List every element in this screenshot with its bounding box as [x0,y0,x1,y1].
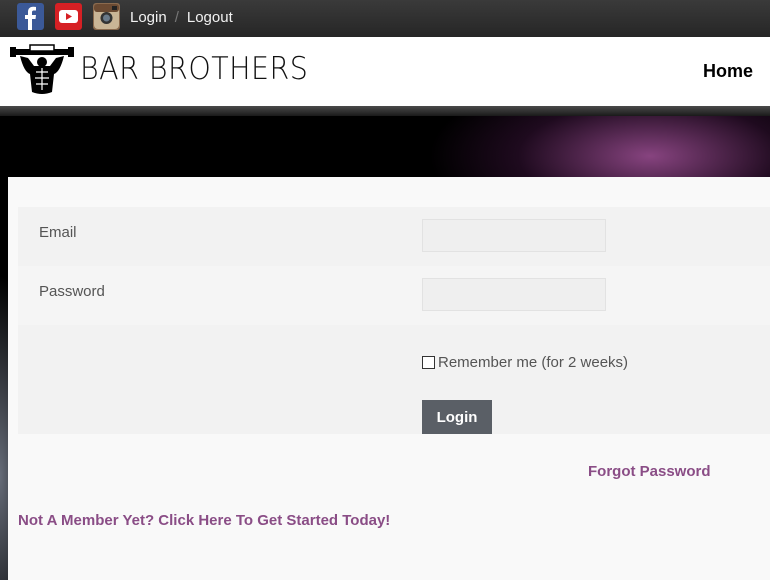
logo-icon[interactable] [10,44,74,96]
empty-label [18,325,422,376]
remember-row: Remember me (for 2 weeks) [18,325,770,376]
facebook-icon[interactable] [17,3,44,30]
nav-home-link[interactable]: Home [703,61,753,82]
remember-checkbox[interactable] [422,356,435,369]
header-divider [0,106,770,116]
remember-label[interactable]: Remember me (for 2 weeks) [438,354,628,371]
empty-label [18,376,422,434]
password-row: Password [18,266,770,325]
login-panel: Email Password Remember me (for 2 weeks) [8,177,770,580]
password-field[interactable] [422,278,606,311]
login-link[interactable]: Login [130,9,167,26]
instagram-icon[interactable] [93,3,120,30]
brand-name: BAR BROTHERS [80,51,309,87]
top-bar: Login / Logout [0,0,770,37]
email-field[interactable] [422,219,606,252]
submit-row: Login [18,376,770,434]
forgot-password-link[interactable]: Forgot Password [588,463,711,480]
login-button[interactable]: Login [422,400,492,434]
email-row: Email [18,207,770,266]
youtube-icon[interactable] [55,3,82,30]
email-label: Email [39,224,77,241]
password-label: Password [39,283,105,300]
separator: / [174,9,179,26]
login-form: Email Password Remember me (for 2 weeks) [18,207,770,434]
signup-link[interactable]: Not A Member Yet? Click Here To Get Star… [18,512,390,529]
site-header: BAR BROTHERS Home [0,37,770,106]
logout-link[interactable]: Logout [187,9,233,26]
